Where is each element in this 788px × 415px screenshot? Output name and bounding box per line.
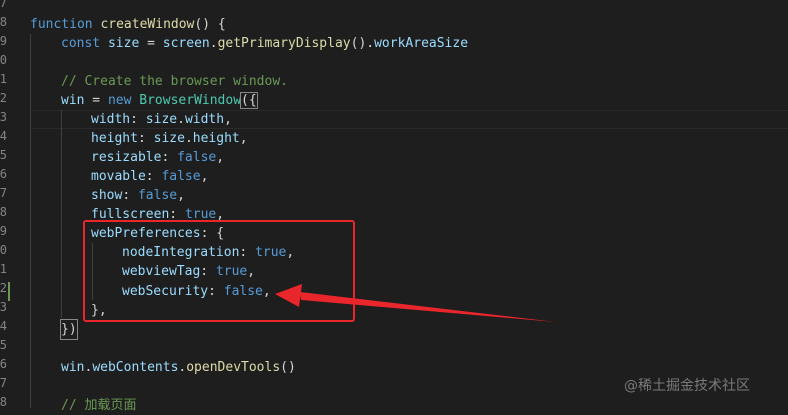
punctuation: : [130,112,146,127]
line-number: 9 [0,224,7,238]
object: size [153,131,185,146]
operator: = [84,93,108,108]
property: workAreaSize [374,36,469,51]
property: height [192,131,240,146]
punctuation: () { [194,17,226,32]
boolean: false [177,150,217,165]
line-number: 5 [0,338,7,352]
punctuation: , [177,188,185,203]
annotation-highlight-box [83,220,355,322]
line-number: 0 [0,53,7,67]
object: screen [162,36,210,51]
line-number: 2 [0,91,7,105]
function-name: createWindow [100,17,195,32]
line-number: 4 [0,129,7,143]
keyword: function [30,17,93,32]
punctuation: : [122,188,138,203]
variable: win [61,93,85,108]
line-number: 2 [0,281,7,295]
keyword: new [107,93,132,108]
watermark: @稀土掘金技术社区 [624,378,750,394]
property-key: height [91,131,138,146]
line-number: 9 [0,34,7,48]
method: getPrimaryDisplay [217,36,351,51]
operator: = [139,36,163,51]
bracket-match: }) [60,319,78,340]
property-key: movable [91,169,146,184]
git-modified-marker [8,282,10,301]
punctuation: , [200,169,209,184]
line-number-gutter: 7 8 9 0 1 2 3 4 5 6 7 8 9 0 1 2 3 4 5 6 … [0,0,10,411]
code-line: function createWindow() { [30,15,226,34]
line-number: 4 [0,319,7,333]
line-number: 3 [0,300,7,314]
line-number: 6 [0,167,7,181]
punctuation: : [161,150,178,165]
code-line: width: size.width, [91,110,232,129]
punctuation: . [209,36,218,51]
line-number: 8 [0,205,7,219]
bracket-match: ({ [240,92,258,109]
comment: // Create the browser window. [61,74,288,89]
code-line: win.webContents.openDevTools() [61,358,296,377]
line-number: 8 [0,395,7,409]
punctuation: . [177,112,185,127]
variable: win [61,360,85,375]
boolean: false [137,188,178,203]
punctuation: : [145,169,162,184]
line-number: 3 [0,110,7,124]
comment: // 加载页面 [61,398,137,413]
line-number: 0 [0,243,7,257]
boolean: false [161,169,201,184]
line-number: 6 [0,357,7,371]
code-line: resizable: false, [91,148,224,167]
property-key: resizable [91,150,162,165]
line-number: 7 [0,0,7,10]
line-number: 7 [0,186,7,200]
line-number: 8 [0,15,7,29]
method: openDevTools [186,360,281,375]
punctuation: () [280,360,296,375]
line-number: 1 [0,72,7,86]
property: width [184,112,225,127]
keyword: const [61,36,101,51]
code-line: show: false, [91,186,185,205]
code-editor[interactable]: 7 8 9 0 1 2 3 4 5 6 7 8 9 0 1 2 3 4 5 6 … [0,0,788,413]
punctuation: , [216,150,225,165]
punctuation: (). [350,36,375,51]
punctuation: . [184,131,193,146]
punctuation: : [137,131,154,146]
punctuation: , [239,131,248,146]
object: size [145,112,178,127]
variable: size [107,36,140,51]
line-number: 1 [0,262,7,276]
code-line: movable: false, [91,167,208,186]
code-line: height: size.height, [91,129,248,148]
property-key: show [91,188,123,203]
property-key: width [91,112,131,127]
punctuation: , [224,112,232,127]
code-area[interactable]: function createWindow() { const size = s… [30,0,788,413]
line-number: 7 [0,376,7,390]
property: webContents [92,360,179,375]
code-line: const size = screen.getPrimaryDisplay().… [61,34,468,53]
code-line: win = new BrowserWindow({ [61,91,258,110]
class-name: BrowserWindow [139,93,242,108]
line-number: 5 [0,148,7,162]
